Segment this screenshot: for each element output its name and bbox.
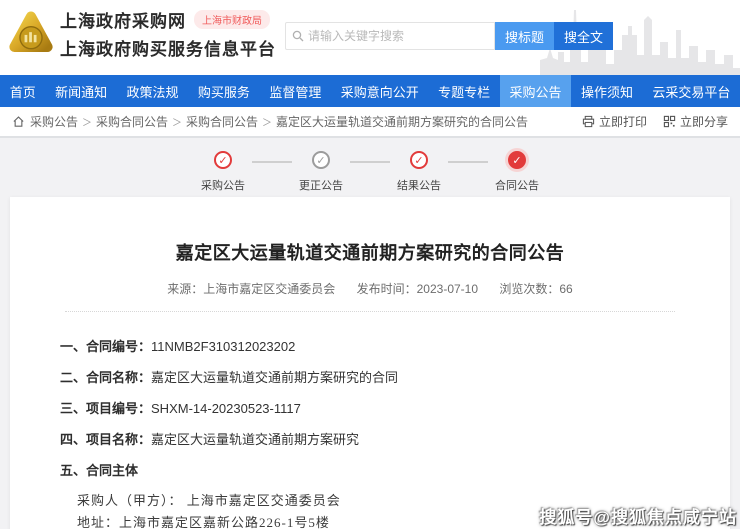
qr-code-icon — [663, 115, 676, 128]
nav-item-procurement-announcements[interactable]: 采购公告 — [499, 75, 572, 107]
site-name: 上海政府采购网 — [60, 12, 186, 31]
brand-block: 上海政府采购网 上海市财政局 上海政府购买服务信息平台 — [8, 7, 276, 60]
breadcrumb-item[interactable]: 采购合同公告 — [78, 113, 168, 130]
nav-item-special-columns[interactable]: 专题专栏 — [428, 75, 499, 107]
step-connector — [350, 161, 390, 163]
search-input[interactable] — [308, 29, 488, 43]
breadcrumb-item-current: 嘉定区大运量轨道交通前期方案研究的合同公告 — [258, 113, 528, 130]
step-contract-announcement[interactable]: 合同公告 — [488, 151, 546, 193]
step-correction-announcement[interactable]: 更正公告 — [292, 151, 350, 193]
contract-number-row: 一、合同编号：11NMB2F310312023202 — [60, 339, 296, 354]
nav-item-operation-guide[interactable]: 操作须知 — [571, 75, 642, 107]
project-number-row: 三、项目编号：SHXM-14-20230523-1117 — [60, 401, 301, 416]
search-title-button[interactable]: 搜标题 — [495, 22, 555, 50]
step-connector — [448, 161, 488, 163]
sohu-watermark: 搜狐号@搜狐焦点咸宁站 — [539, 508, 737, 527]
article-body: 一、合同编号：11NMB2F310312023202 二、合同名称：嘉定区大运量… — [10, 338, 730, 529]
search-fulltext-button[interactable]: 搜全文 — [554, 22, 614, 50]
page-actions: 立即打印 立即分享 — [566, 113, 728, 130]
nav-item-home[interactable]: 首页 — [0, 75, 45, 107]
site-header: 上海政府采购网 上海市财政局 上海政府购买服务信息平台 搜标题 搜全文 — [0, 0, 740, 75]
page-body: 采购公告 更正公告 结果公告 合同公告 嘉定区大运量轨道交通前期方案研究的合同公… — [0, 138, 740, 529]
article-meta: 来源：上海市嘉定区交通委员会 发布时间：2023-07-10 浏览次数：66 — [10, 280, 730, 297]
check-circle-icon — [508, 151, 526, 169]
meta-divider — [65, 311, 675, 312]
article-publish-time: 发布时间：2023-07-10 — [356, 282, 479, 296]
search-area: 搜标题 搜全文 — [285, 22, 614, 50]
article-title: 嘉定区大运量轨道交通前期方案研究的合同公告 — [175, 243, 565, 263]
nav-item-intention-disclosure[interactable]: 采购意向公开 — [331, 75, 428, 107]
site-logo — [9, 10, 53, 52]
home-icon — [13, 116, 24, 127]
contract-parties-heading: 五、合同主体 — [60, 463, 139, 478]
printer-icon — [582, 115, 595, 128]
share-button[interactable]: 立即分享 — [663, 113, 728, 130]
share-label: 立即分享 — [679, 115, 728, 129]
nav-item-news[interactable]: 新闻通知 — [45, 75, 116, 107]
breadcrumb: 采购公告 采购合同公告 采购合同公告 嘉定区大运量轨道交通前期方案研究的合同公告 — [12, 113, 528, 130]
nav-item-policy[interactable]: 政策法规 — [117, 75, 188, 107]
main-nav: 首页 新闻通知 政策法规 购买服务 监督管理 采购意向公开 专题专栏 采购公告 … — [0, 75, 740, 107]
breadcrumb-item[interactable]: 采购公告 — [30, 113, 78, 130]
breadcrumb-bar: 采购公告 采购合同公告 采购合同公告 嘉定区大运量轨道交通前期方案研究的合同公告… — [0, 107, 740, 138]
nav-item-supervision[interactable]: 监督管理 — [260, 75, 331, 107]
check-circle-icon — [214, 151, 232, 169]
article-views: 浏览次数：66 — [499, 282, 573, 296]
nav-item-cloud-trading-platform[interactable]: 云采交易平台 — [643, 75, 740, 107]
site-subtitle: 上海政府购买服务信息平台 — [60, 40, 276, 59]
nav-item-purchase-service[interactable]: 购买服务 — [188, 75, 259, 107]
print-button[interactable]: 立即打印 — [582, 113, 647, 130]
contract-name-row: 二、合同名称：嘉定区大运量轨道交通前期方案研究的合同 — [60, 370, 399, 385]
search-box — [285, 22, 495, 50]
step-result-announcement[interactable]: 结果公告 — [390, 151, 448, 193]
announcement-stepper: 采购公告 更正公告 结果公告 合同公告 — [0, 138, 740, 193]
check-circle-icon — [312, 151, 330, 169]
print-label: 立即打印 — [598, 115, 647, 129]
step-connector — [252, 161, 292, 163]
project-name-row: 四、项目名称：嘉定区大运量轨道交通前期方案研究 — [60, 432, 360, 447]
article-card: 嘉定区大运量轨道交通前期方案研究的合同公告 来源：上海市嘉定区交通委员会 发布时… — [10, 197, 730, 529]
article-source: 来源：上海市嘉定区交通委员会 — [167, 282, 336, 296]
breadcrumb-item[interactable]: 采购合同公告 — [168, 113, 258, 130]
search-icon — [292, 30, 304, 42]
step-procurement-announcement[interactable]: 采购公告 — [194, 151, 252, 193]
check-circle-icon — [410, 151, 428, 169]
authority-badge: 上海市财政局 — [194, 10, 270, 29]
